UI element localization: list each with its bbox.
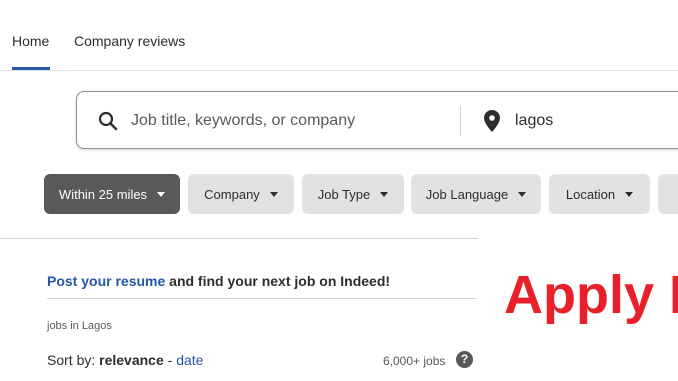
filter-bar: Within 25 miles Company Job Type Job Lan…	[44, 174, 678, 214]
filter-more[interactable]	[658, 174, 678, 214]
chevron-down-icon	[625, 191, 634, 197]
what-search-input[interactable]	[131, 108, 451, 134]
post-resume-text: and find your next job on Indeed!	[165, 273, 391, 289]
filter-location[interactable]: Location	[549, 174, 650, 214]
filter-label: Company	[204, 186, 260, 202]
apply-banner-text: Apply N	[504, 265, 678, 325]
top-navigation: Home Company reviews	[0, 0, 678, 71]
sort-by-date-link[interactable]: date	[176, 352, 203, 368]
nav-home[interactable]: Home	[12, 33, 49, 49]
filter-company[interactable]: Company	[188, 174, 294, 214]
section-divider	[0, 238, 478, 239]
resume-divider	[47, 298, 476, 299]
sort-controls: Sort by: relevance - date	[47, 352, 203, 368]
nav-home-active-indicator	[12, 67, 50, 70]
chevron-down-icon	[518, 191, 527, 197]
filter-label: Location	[565, 186, 616, 202]
where-location-input[interactable]	[515, 108, 678, 134]
chevron-down-icon	[380, 191, 389, 197]
sort-separator: -	[163, 352, 177, 368]
location-pin-icon	[484, 110, 500, 132]
help-icon[interactable]: ?	[456, 351, 473, 368]
sort-relevance: relevance	[99, 352, 164, 368]
jobs-location-heading: jobs in Lagos	[47, 320, 112, 332]
apply-banner-clip: Apply N	[504, 260, 678, 340]
post-resume-prompt: Post your resume and find your next job …	[47, 273, 390, 289]
filter-job-language[interactable]: Job Language	[411, 174, 541, 214]
nav-company-reviews[interactable]: Company reviews	[74, 33, 185, 49]
post-resume-link[interactable]: Post your resume	[47, 273, 165, 289]
chevron-down-icon	[269, 191, 278, 197]
job-search-bar	[76, 91, 678, 149]
filter-label: Within 25 miles	[58, 186, 148, 202]
filter-label: Job Type	[317, 186, 371, 202]
chevron-down-icon	[157, 191, 166, 197]
job-count: 6,000+ jobs	[383, 354, 446, 368]
filter-distance[interactable]: Within 25 miles	[44, 174, 180, 214]
search-icon	[98, 111, 118, 131]
search-divider	[460, 106, 461, 136]
filter-job-type[interactable]: Job Type	[302, 174, 404, 214]
sort-prefix: Sort by:	[47, 352, 100, 368]
filter-label: Job Language	[425, 186, 509, 202]
